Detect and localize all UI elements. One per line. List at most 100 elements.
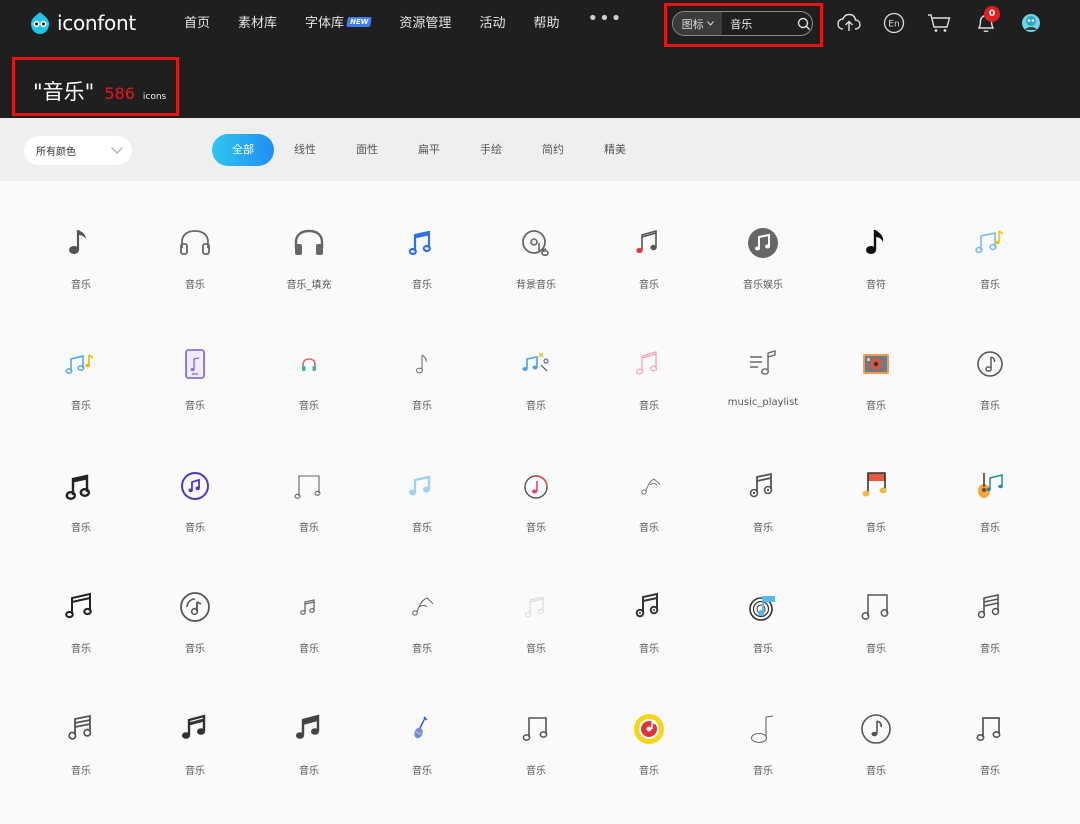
icon-card[interactable]: 音乐: [365, 327, 479, 417]
tab-handdrawn[interactable]: 手绘: [460, 134, 522, 166]
icon-card[interactable]: 音乐: [592, 206, 706, 296]
tab-simple[interactable]: 简约: [522, 134, 584, 166]
icon-card[interactable]: 音乐: [706, 692, 820, 782]
nav-label: 帮助: [533, 16, 560, 31]
icon-card[interactable]: 音乐: [365, 570, 479, 660]
icon-label: 音乐: [412, 644, 432, 655]
icon-card[interactable]: 音乐: [24, 449, 138, 539]
tab-exquisite[interactable]: 精美: [584, 134, 646, 166]
notification-count-badge: 0: [984, 6, 1000, 22]
icon-card[interactable]: 音乐: [819, 692, 933, 782]
tab-flat[interactable]: 扁平: [398, 134, 460, 166]
icon-grid-row: 音乐 音乐 音乐 音乐 音乐 音乐 音乐 音乐 音乐: [24, 692, 1056, 792]
double-note-heavy2-icon: [292, 712, 326, 746]
icon-label: 音乐: [412, 280, 432, 291]
note-thin-icon: [405, 347, 439, 381]
user-avatar[interactable]: [1018, 10, 1044, 36]
icon-card[interactable]: 音乐: [819, 449, 933, 539]
icon-card[interactable]: 音乐: [252, 692, 366, 782]
icon-card[interactable]: 音乐: [706, 570, 820, 660]
notification-bell-icon[interactable]: 0: [973, 6, 1000, 36]
nav-item-activities[interactable]: 活动: [479, 12, 505, 31]
header-actions: En 0: [836, 6, 1046, 38]
icon-card[interactable]: 音乐: [138, 692, 252, 782]
double-note-color-icon: [973, 226, 1007, 260]
tab-linear[interactable]: 线性: [274, 134, 336, 166]
icon-card[interactable]: 音乐: [592, 449, 706, 539]
double-note-grey-icon: [973, 590, 1007, 624]
icon-card[interactable]: 音乐: [592, 327, 706, 417]
icon-card[interactable]: 音乐: [819, 570, 933, 660]
violin-icon: [405, 712, 439, 746]
icon-card[interactable]: 音符: [819, 206, 933, 296]
icon-label: 音乐: [412, 401, 432, 412]
icon-card[interactable]: 音乐: [933, 570, 1047, 660]
double-note-solid-icon: [632, 590, 666, 624]
icon-label: 音乐: [526, 766, 546, 777]
icon-card[interactable]: 音乐: [24, 327, 138, 417]
filter-bar: 所有颜色 全部 线性 面性 扁平 手绘 简约 精美: [0, 118, 1080, 181]
icon-card[interactable]: 音乐: [479, 449, 593, 539]
icon-card[interactable]: 音乐: [138, 570, 252, 660]
double-note-grey2-icon: [64, 712, 98, 746]
nav-item-home[interactable]: 首页: [184, 12, 210, 31]
nav-item-resources[interactable]: 资源管理: [399, 12, 451, 31]
language-icon[interactable]: En: [881, 10, 907, 36]
logo[interactable]: iconfont: [27, 9, 136, 37]
double-note-bold-icon: [64, 469, 98, 503]
nav-label: 字体库: [305, 16, 345, 31]
nav-item-fonts[interactable]: 字体库 NEW: [305, 12, 373, 31]
icon-card[interactable]: 音乐: [252, 570, 366, 660]
icon-card[interactable]: 音乐: [933, 692, 1047, 782]
icon-card[interactable]: 音乐: [24, 692, 138, 782]
double-note-dark-icon: [746, 469, 780, 503]
icon-card[interactable]: 音乐娱乐: [706, 206, 820, 296]
top-header: iconfont 首页 素材库 字体库 NEW 资源管理 活动 帮助 ••• 图标: [0, 0, 1080, 118]
icon-card[interactable]: 音乐: [933, 327, 1047, 417]
icon-card[interactable]: 音乐: [479, 692, 593, 782]
notes-colorful-icon: [64, 347, 98, 381]
icon-card[interactable]: 音乐_填充: [252, 206, 366, 296]
single-note-line-icon: [746, 712, 780, 746]
icon-card[interactable]: 音乐: [706, 449, 820, 539]
headphones-filled-icon: [292, 226, 326, 260]
icon-label: 音符: [866, 280, 886, 291]
main-nav: 首页 素材库 字体库 NEW 资源管理 活动 帮助 •••: [184, 8, 650, 31]
icon-card[interactable]: 音乐: [933, 206, 1047, 296]
color-filter-select[interactable]: 所有颜色: [24, 136, 132, 165]
icon-card[interactable]: 音乐: [592, 570, 706, 660]
icon-card[interactable]: 音乐: [252, 327, 366, 417]
icon-card[interactable]: 音乐: [479, 570, 593, 660]
icon-card[interactable]: 音乐: [24, 570, 138, 660]
icon-card[interactable]: 音乐: [138, 327, 252, 417]
icon-card[interactable]: 音乐: [479, 327, 593, 417]
tab-filled[interactable]: 面性: [336, 134, 398, 166]
notes-sparkle-icon: [519, 347, 553, 381]
icon-card[interactable]: 音乐: [933, 449, 1047, 539]
double-note-orange-icon: [859, 469, 893, 503]
nav-more-button[interactable]: •••: [587, 8, 622, 29]
nav-item-materials[interactable]: 素材库: [238, 12, 277, 31]
icon-card[interactable]: 音乐: [138, 206, 252, 296]
nav-label: 素材库: [238, 16, 278, 31]
icon-card[interactable]: 音乐: [365, 692, 479, 782]
icon-label: 音乐: [412, 766, 432, 777]
icon-card[interactable]: 音乐: [365, 449, 479, 539]
icon-card[interactable]: 音乐: [819, 327, 933, 417]
cart-icon[interactable]: [926, 10, 952, 36]
icon-card[interactable]: 背景音乐: [479, 206, 593, 296]
icon-card[interactable]: 音乐: [138, 449, 252, 539]
icon-label: 音乐: [185, 523, 205, 534]
icon-card[interactable]: music_playlist: [706, 327, 820, 417]
double-note-line2-icon: [973, 712, 1007, 746]
upload-icon[interactable]: [836, 10, 862, 36]
icon-card[interactable]: 音乐: [365, 206, 479, 296]
icon-card[interactable]: 音乐: [252, 449, 366, 539]
icon-label: 音乐: [639, 523, 659, 534]
nav-label: 活动: [479, 16, 506, 31]
nav-item-help[interactable]: 帮助: [533, 12, 559, 31]
icon-card[interactable]: 音乐: [24, 206, 138, 296]
icon-label: 音乐: [185, 401, 205, 412]
tab-all[interactable]: 全部: [212, 134, 274, 166]
icon-card[interactable]: 音乐: [592, 692, 706, 782]
